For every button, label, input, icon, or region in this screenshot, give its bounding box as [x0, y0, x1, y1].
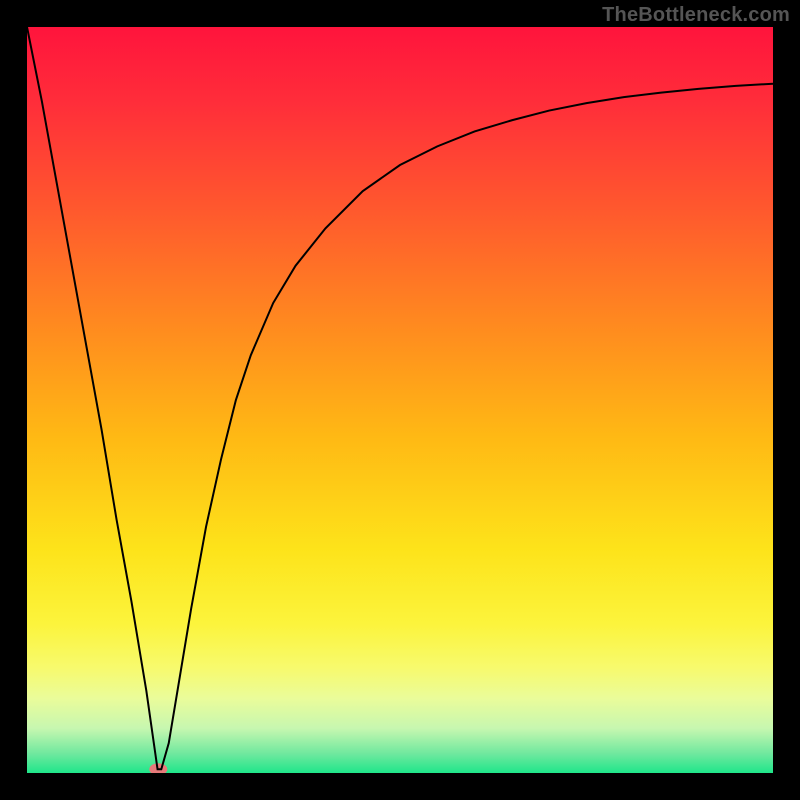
- chart-plot: [27, 27, 773, 773]
- chart-frame: TheBottleneck.com: [0, 0, 800, 800]
- watermark-text: TheBottleneck.com: [602, 4, 790, 27]
- chart-background: [27, 27, 773, 773]
